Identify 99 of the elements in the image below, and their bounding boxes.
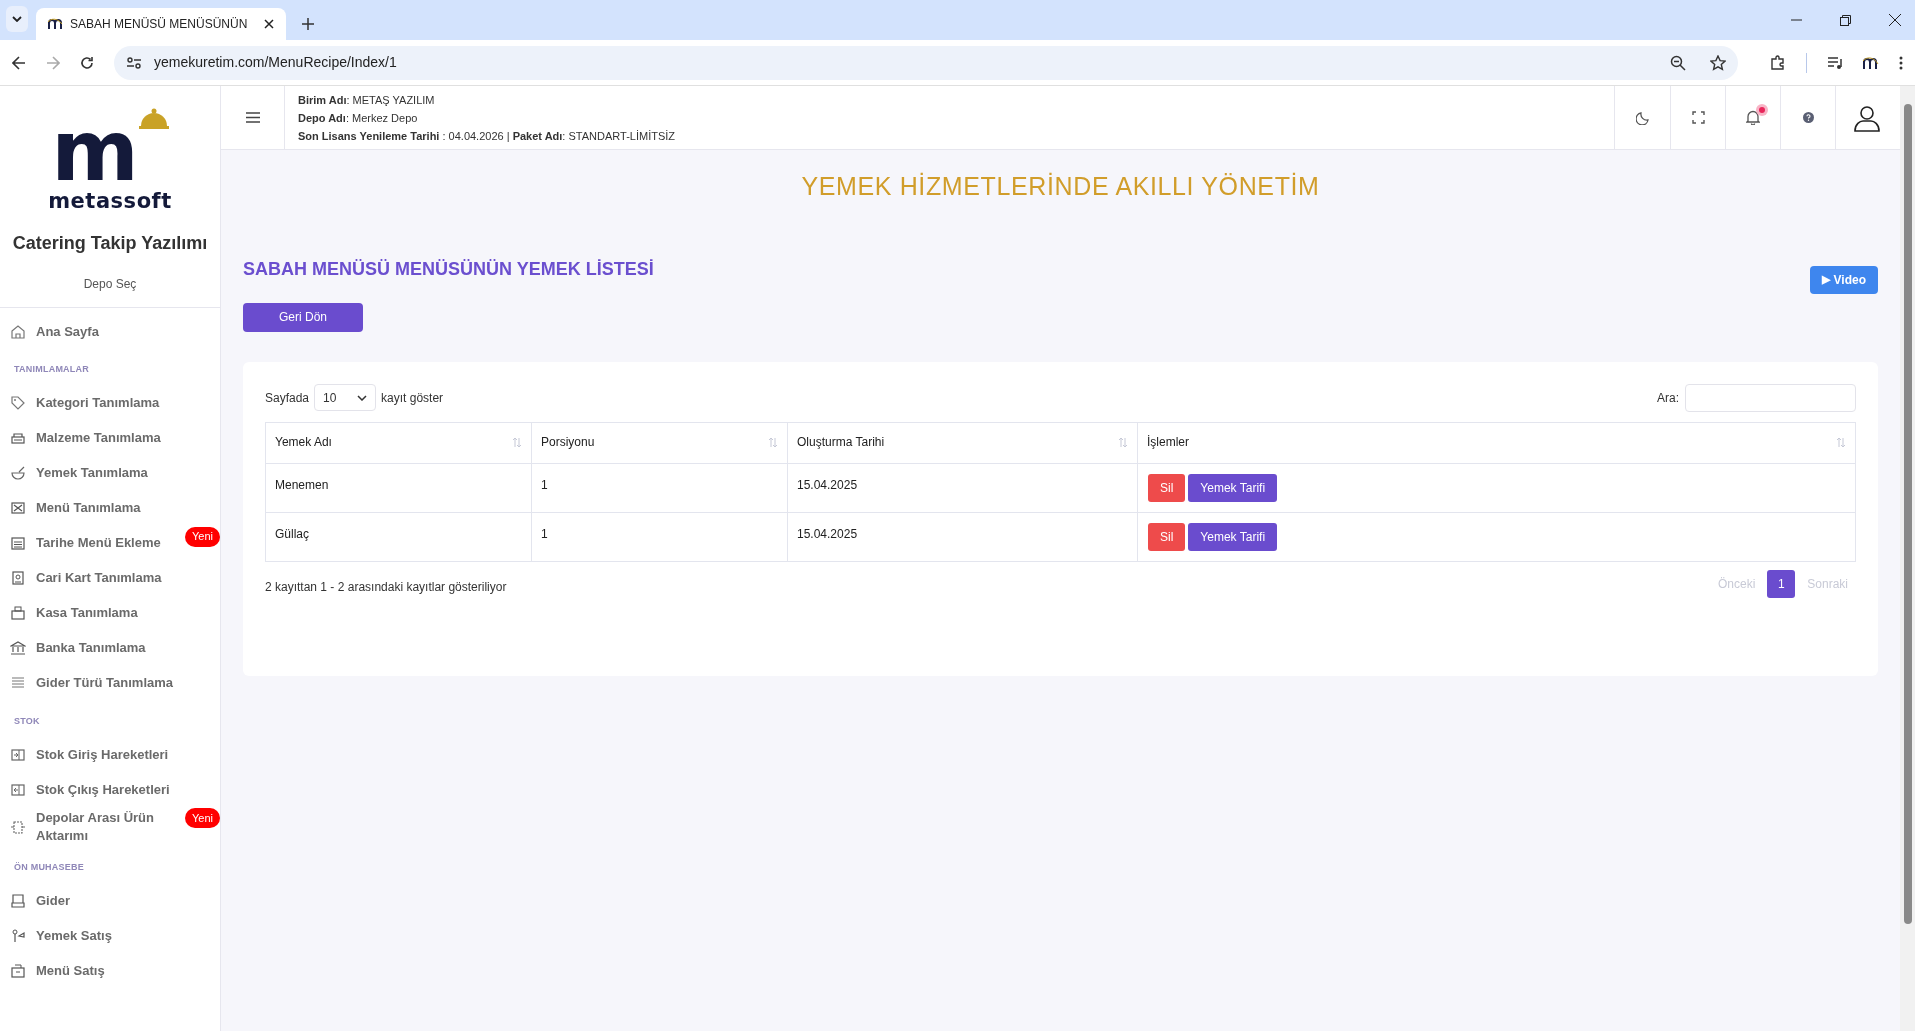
zoom-icon[interactable] bbox=[1670, 54, 1686, 71]
chevron-down-icon bbox=[12, 16, 22, 22]
site-settings-icon[interactable] bbox=[126, 55, 142, 70]
column-header[interactable]: İşlemler bbox=[1137, 422, 1856, 463]
search-label: Ara: bbox=[1657, 389, 1679, 407]
sidebar-link[interactable]: Stok Çıkış Hareketleri bbox=[36, 780, 170, 799]
menu-item-icon bbox=[10, 535, 26, 551]
sidebar-link[interactable]: Banka Tanımlama bbox=[36, 639, 146, 657]
menu-item-icon bbox=[10, 781, 26, 798]
user-icon bbox=[1852, 103, 1881, 132]
sidebar-link[interactable]: Cari Kart Tanımlama bbox=[36, 569, 162, 587]
favicon-icon bbox=[48, 18, 62, 30]
moon-icon bbox=[1635, 110, 1650, 125]
menu-item-icon bbox=[10, 570, 26, 586]
logo-wordmark: metassoft bbox=[48, 188, 172, 214]
page-size-suffix: kayıt göster bbox=[381, 389, 444, 407]
cloche-icon bbox=[138, 108, 169, 130]
menu-item-icon bbox=[10, 819, 26, 835]
new-badge: Yeni bbox=[185, 808, 220, 828]
sidebar-link[interactable]: Gider bbox=[36, 892, 70, 910]
column-header[interactable]: Porsiyonu bbox=[531, 422, 788, 463]
column-header[interactable]: Yemek Adı bbox=[265, 422, 532, 463]
delete-button[interactable]: Sil bbox=[1148, 473, 1186, 502]
menu-item-icon bbox=[10, 430, 26, 446]
sidebar-link[interactable]: Menü Tanımlama bbox=[36, 499, 141, 517]
recipe-button[interactable]: Yemek Tarifi bbox=[1188, 522, 1278, 551]
records-info: 2 kayıttan 1 - 2 arasındaki kayıtlar gösteriliyor bbox=[265, 578, 507, 596]
extensions-icon[interactable] bbox=[1770, 54, 1786, 71]
delete-button[interactable]: Sil bbox=[1148, 522, 1186, 551]
new-tab-icon[interactable] bbox=[302, 18, 314, 30]
menu-item-icon bbox=[10, 746, 26, 763]
menu-item-icon bbox=[10, 963, 26, 979]
sidebar-link[interactable]: Gider Türü Tanımlama bbox=[36, 674, 173, 692]
chevron-down-icon bbox=[357, 394, 368, 401]
app-name: Catering Takip Yazılımı bbox=[12, 232, 208, 255]
table-cell: 15.04.2025 bbox=[787, 463, 1138, 512]
back-arrow-icon[interactable] bbox=[12, 55, 26, 70]
menu-item-icon bbox=[10, 465, 26, 481]
browser-tab[interactable]: SABAH MENÜSÜ MENÜSÜNÜN bbox=[36, 8, 286, 40]
star-icon[interactable] bbox=[1710, 54, 1726, 71]
reload-icon[interactable] bbox=[80, 55, 94, 70]
tab-title: SABAH MENÜSÜ MENÜSÜNÜN bbox=[70, 16, 249, 33]
table-cell: 15.04.2025 bbox=[787, 512, 1138, 561]
table-cell: 1 bbox=[531, 463, 788, 512]
close-icon[interactable] bbox=[1889, 14, 1901, 26]
menu-icon bbox=[245, 112, 260, 123]
sidebar-section-heading: ÖN MUHASEBE bbox=[13, 861, 85, 874]
logo-letter: m bbox=[51, 116, 139, 186]
menu-item-icon bbox=[10, 323, 26, 340]
page-size-select[interactable]: 10 bbox=[314, 384, 377, 411]
license-info-line: Depo Adı: Merkez Depo bbox=[298, 110, 419, 126]
sidebar-link[interactable]: Kategori Tanımlama bbox=[36, 394, 160, 412]
menu-item-icon bbox=[10, 928, 26, 944]
table-cell: 1 bbox=[531, 512, 788, 561]
help-icon bbox=[1802, 112, 1814, 123]
recipe-button[interactable]: Yemek Tarifi bbox=[1188, 473, 1278, 502]
video-button[interactable]: ▶ Video bbox=[1809, 265, 1878, 294]
sidebar-section-heading: STOK bbox=[13, 714, 41, 728]
menu-item-icon bbox=[10, 395, 26, 411]
page-size-label: Sayfada bbox=[265, 389, 310, 407]
sidebar-section-heading: TANIMLAMALAR bbox=[13, 363, 91, 376]
extension-icon[interactable] bbox=[1863, 55, 1879, 70]
menu-item-icon bbox=[10, 640, 26, 656]
play-icon: ▶ bbox=[1821, 271, 1830, 288]
media-icon[interactable] bbox=[1827, 55, 1843, 70]
page-title: SABAH MENÜSÜ MENÜSÜNÜN YEMEK LİSTESİ bbox=[243, 257, 654, 281]
sidebar-link[interactable]: Stok Giriş Hareketleri bbox=[36, 745, 169, 764]
depot-select-link[interactable]: Depo Seç bbox=[83, 275, 137, 293]
sidebar-link[interactable]: Kasa Tanımlama bbox=[36, 604, 138, 622]
restore-icon[interactable] bbox=[1840, 14, 1851, 26]
search-field[interactable] bbox=[1685, 383, 1856, 412]
close-icon[interactable] bbox=[264, 19, 274, 29]
table-cell: Menemen bbox=[265, 463, 532, 512]
menu-item-icon bbox=[10, 675, 26, 691]
sidebar-link[interactable]: Depolar Arası Ürün Aktarımı bbox=[36, 809, 172, 845]
menu-item-icon bbox=[10, 500, 26, 516]
scrollbar[interactable] bbox=[1900, 86, 1915, 1031]
sidebar-link[interactable]: Tarihe Menü Ekleme bbox=[36, 534, 161, 552]
sidebar-link[interactable]: Ana Sayfa bbox=[36, 322, 99, 341]
new-badge: Yeni bbox=[185, 526, 220, 547]
fullscreen-icon bbox=[1691, 111, 1705, 124]
banner-heading: YEMEK HİZMETLERİNDE AKILLI YÖNETİM bbox=[800, 171, 1321, 202]
url-text: yemekuretim.com/MenuRecipe/Index/1 bbox=[154, 53, 397, 72]
address-bar[interactable]: yemekuretim.com/MenuRecipe/Index/1 bbox=[114, 45, 1738, 80]
menu-item-icon bbox=[10, 605, 26, 621]
column-header[interactable]: Oluşturma Tarihi bbox=[787, 422, 1138, 463]
tab-list-button[interactable] bbox=[6, 6, 28, 32]
menu-item-icon bbox=[10, 893, 26, 909]
sidebar-link[interactable]: Malzeme Tanımlama bbox=[36, 429, 161, 447]
sidebar-link[interactable]: Menü Satış bbox=[36, 962, 105, 980]
sidebar-link[interactable]: Yemek Tanımlama bbox=[36, 464, 148, 482]
back-button[interactable]: Geri Dön bbox=[243, 302, 363, 332]
license-info-line: Birim Adı: METAŞ YAZILIM bbox=[298, 92, 436, 108]
more-icon[interactable] bbox=[1899, 55, 1903, 70]
sidebar-link[interactable]: Yemek Satış bbox=[36, 927, 112, 945]
page-button[interactable]: 1 bbox=[1767, 569, 1796, 598]
bell-icon bbox=[1746, 110, 1760, 125]
license-info-line: Son Lisans Yenileme Tarihi : 04.04.2026 | Paket Adı: STANDART-LİMİTSİZ bbox=[298, 128, 676, 144]
table-cell: Güllaç bbox=[265, 512, 532, 561]
